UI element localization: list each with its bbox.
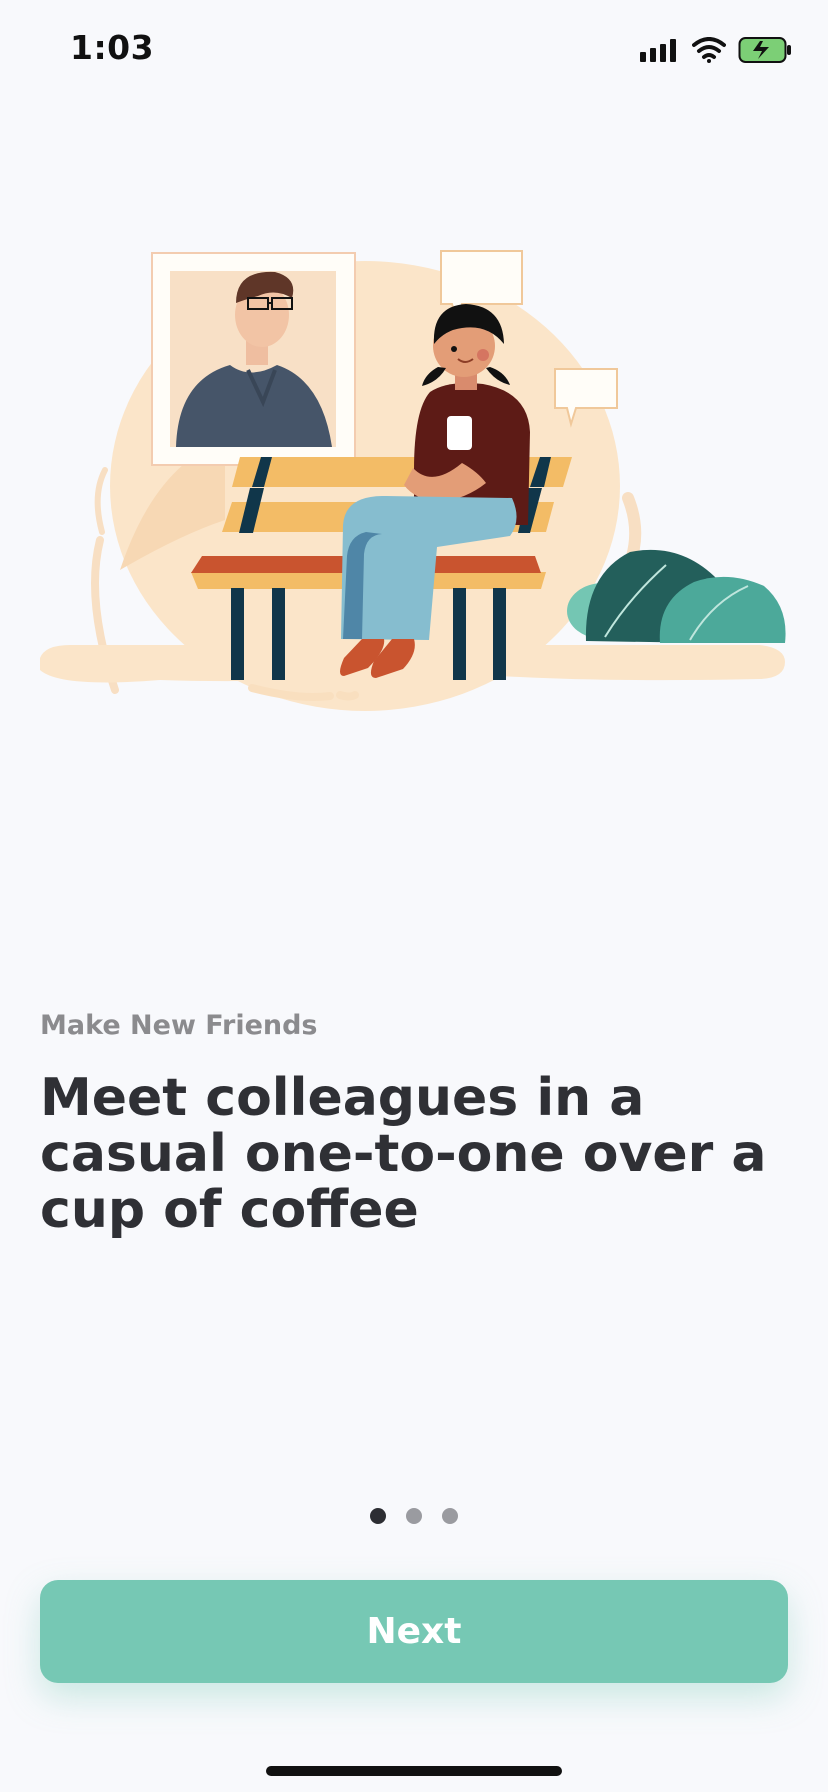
status-icons: [640, 36, 792, 64]
battery-charging-icon: [738, 37, 791, 63]
page-indicator: [0, 1508, 828, 1524]
page-dot-1-active[interactable]: [370, 1508, 386, 1524]
next-button[interactable]: Next: [40, 1580, 788, 1683]
page-dot-3[interactable]: [442, 1508, 458, 1524]
page-dot-2[interactable]: [406, 1508, 422, 1524]
status-bar: 1:03: [0, 0, 828, 100]
wifi-icon: [692, 37, 726, 63]
coffee-chat-illustration: [40, 250, 786, 711]
home-indicator: [266, 1766, 562, 1776]
signal-icon: [640, 39, 676, 62]
onboarding-headline: Meet colleagues in a casual one-to-one o…: [40, 1068, 767, 1240]
onboarding-eyebrow: Make New Friends: [40, 1010, 318, 1041]
status-time: 1:03: [70, 28, 155, 67]
hero-illustration: [0, 220, 828, 820]
